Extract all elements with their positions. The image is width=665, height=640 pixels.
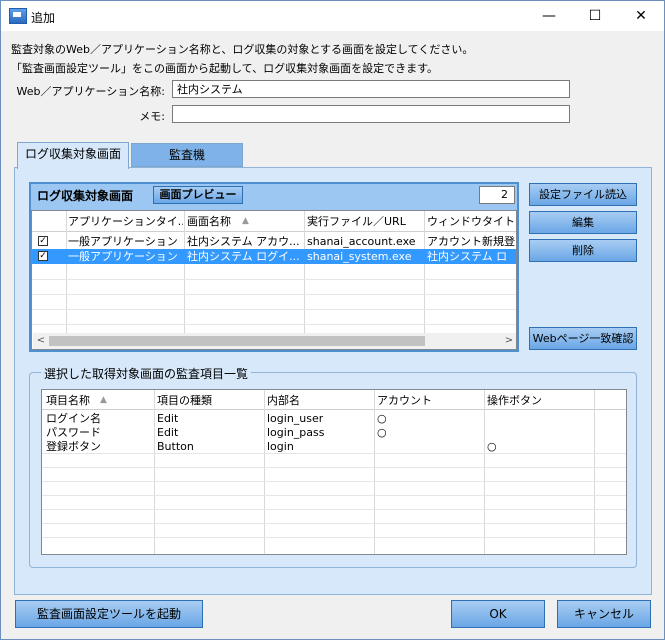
- description-line-1: 監査対象のWeb／アプリケーション名称と、ログ収集の対象とする画面を設定してくだ…: [11, 43, 474, 56]
- col-item-name[interactable]: 項目名称: [46, 393, 90, 408]
- memo-label: メモ:: [139, 110, 165, 123]
- window-title: 追加: [31, 11, 56, 25]
- ok-button[interactable]: OK: [451, 600, 545, 628]
- item-name: 登録ボタン: [46, 440, 101, 453]
- audit-items-table[interactable]: 項目名称 ▲ 項目の種類 内部名 アカウント 操作ボタン ログイン名 Edit …: [41, 389, 627, 555]
- row-window-title: 社内システム ロ: [427, 250, 508, 263]
- target-screens-table[interactable]: アプリケーションタイ... 画面名称 ▲ 実行ファイル／URL ウィンドウタイト…: [31, 210, 517, 350]
- item-type: Edit: [157, 412, 179, 425]
- add-dialog: 追加 — ☐ ✕ 監査対象のWeb／アプリケーション名称と、ログ収集の対象とする…: [0, 0, 665, 640]
- description-line-2: 「監査画面設定ツール」をこの画面から起動して、ログ収集対象画面を設定できます。: [11, 62, 439, 75]
- minimize-button[interactable]: —: [526, 1, 572, 31]
- row-app-type: 一般アプリケーション: [68, 235, 178, 248]
- sort-up-icon: ▲: [100, 395, 107, 405]
- row-exe: shanai_system.exe: [307, 250, 412, 263]
- row-screen-name: 社内システム ログイ...: [187, 250, 300, 263]
- row-checkbox[interactable]: ✓: [38, 251, 48, 261]
- item-name: ログイン名: [46, 412, 101, 425]
- col-item-type[interactable]: 項目の種類: [157, 393, 212, 408]
- col-account[interactable]: アカウント: [377, 393, 432, 408]
- cancel-button[interactable]: キャンセル: [557, 600, 651, 628]
- tab-log-targets[interactable]: ログ収集対象画面: [17, 142, 129, 169]
- close-button[interactable]: ✕: [618, 1, 664, 31]
- col-window-title[interactable]: ウィンドウタイトル: [427, 214, 516, 229]
- sort-up-icon: ▲: [242, 216, 249, 226]
- web-page-match-button[interactable]: Webページ一致確認: [529, 327, 637, 350]
- account-circle-icon: ○: [377, 412, 387, 425]
- target-count: 2: [479, 186, 515, 204]
- title-bar: 追加 — ☐ ✕: [1, 1, 664, 31]
- table-row-selected[interactable]: ✓ 一般アプリケーション 社内システム ログイ... shanai_system…: [32, 249, 516, 264]
- app-name-label: Web／アプリケーション名称:: [16, 85, 165, 98]
- item-internal: login_pass: [267, 426, 325, 439]
- load-settings-button[interactable]: 設定ファイル読込: [529, 183, 637, 206]
- tab-audit[interactable]: 監査機: [131, 143, 243, 167]
- col-screen-name[interactable]: 画面名称: [187, 214, 247, 229]
- edit-button[interactable]: 編集: [529, 211, 637, 234]
- row-exe: shanai_account.exe: [307, 235, 416, 248]
- delete-button[interactable]: 削除: [529, 239, 637, 262]
- scroll-thumb[interactable]: [49, 336, 425, 346]
- item-type: Edit: [157, 426, 179, 439]
- row-screen-name: 社内システム アカウ...: [187, 235, 300, 248]
- row-app-type: 一般アプリケーション: [68, 250, 178, 263]
- col-internal-name[interactable]: 内部名: [267, 393, 300, 408]
- maximize-button[interactable]: ☐: [572, 1, 618, 31]
- scroll-left-icon[interactable]: <: [33, 333, 49, 349]
- launch-tool-button[interactable]: 監査画面設定ツールを起動: [15, 600, 203, 628]
- app-icon: [9, 8, 27, 24]
- items-group-title: 選択した取得対象画面の監査項目一覧: [41, 365, 252, 382]
- app-name-input[interactable]: 社内システム: [172, 80, 570, 98]
- item-name: パスワード: [46, 426, 101, 439]
- row-window-title: アカウント新規登: [427, 235, 515, 248]
- account-circle-icon: ○: [377, 426, 387, 439]
- col-exe-url[interactable]: 実行ファイル／URL: [307, 214, 422, 229]
- target-screens-title: ログ収集対象画面: [37, 189, 134, 203]
- item-internal: login_user: [267, 412, 324, 425]
- memo-input[interactable]: [172, 105, 570, 123]
- item-internal: login: [267, 440, 294, 453]
- row-checkbox[interactable]: ✓: [38, 236, 48, 246]
- col-action-button[interactable]: 操作ボタン: [487, 393, 542, 408]
- horizontal-scrollbar[interactable]: < >: [33, 333, 516, 349]
- scroll-right-icon[interactable]: >: [501, 333, 516, 349]
- col-app-type[interactable]: アプリケーションタイ...: [68, 214, 183, 229]
- screen-preview-button[interactable]: 画面プレビュー: [153, 186, 243, 204]
- item-type: Button: [157, 440, 194, 453]
- button-circle-icon: ○: [487, 440, 497, 453]
